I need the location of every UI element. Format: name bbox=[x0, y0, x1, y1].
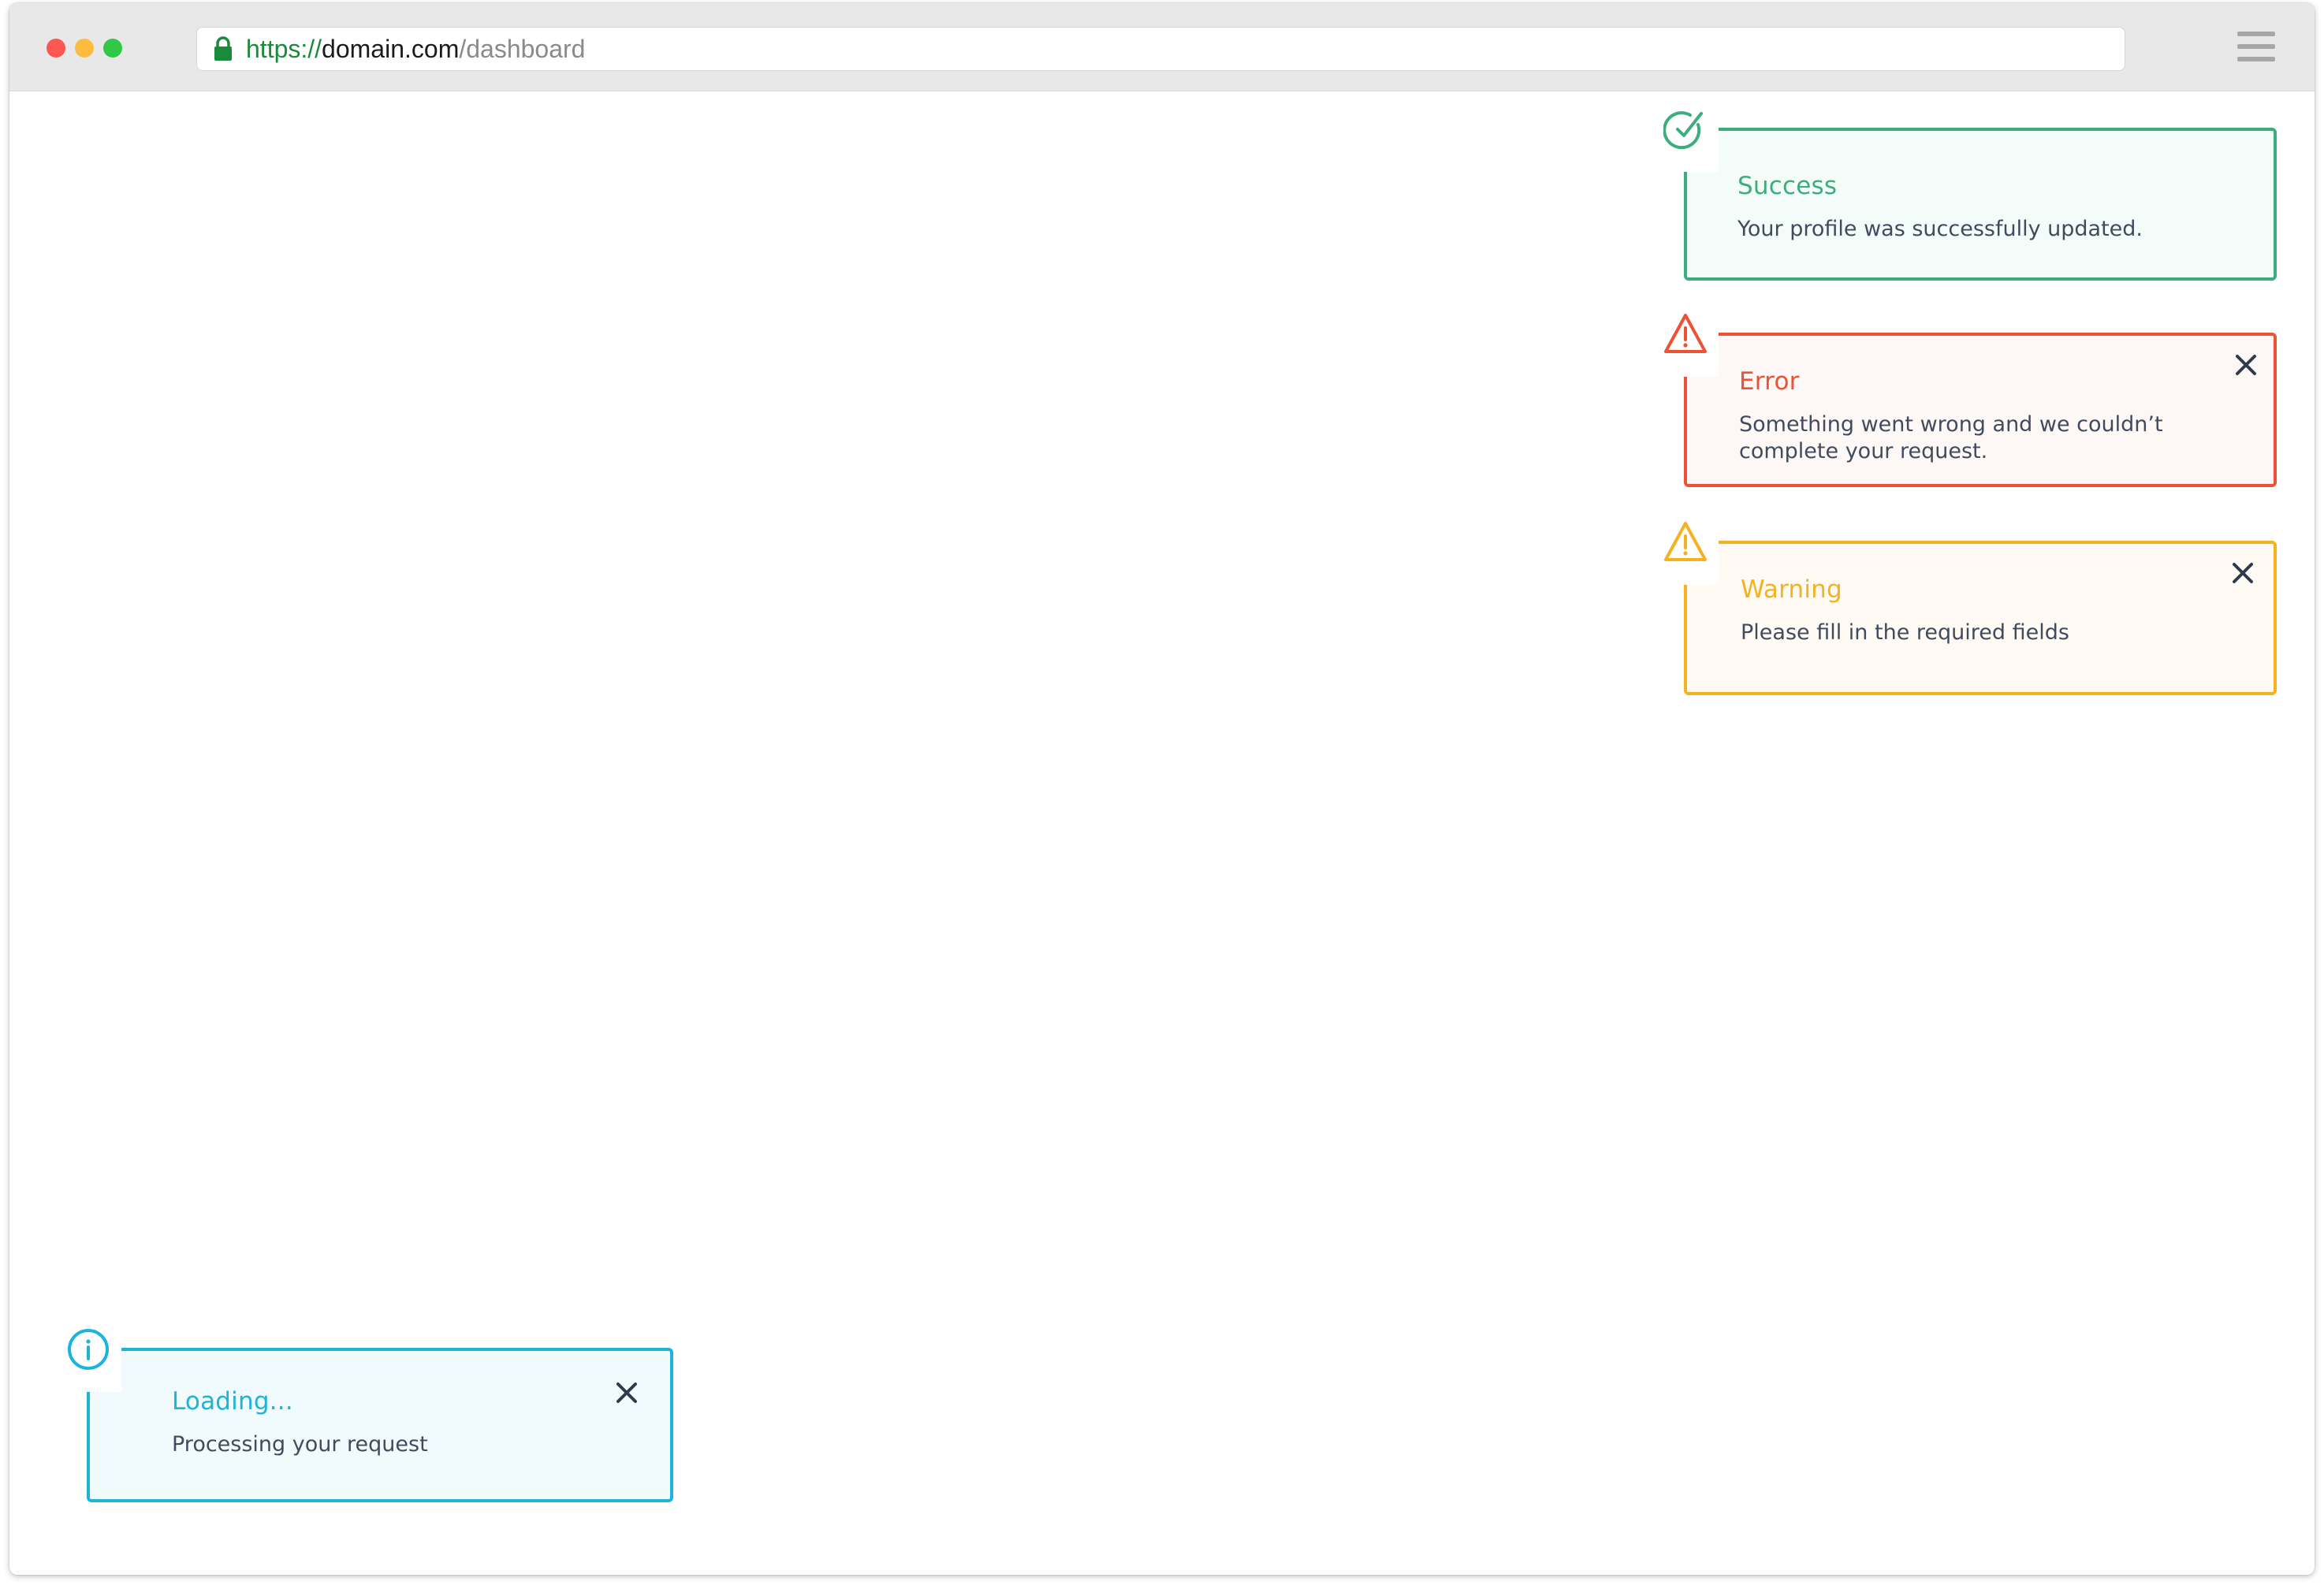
close-icon[interactable] bbox=[2229, 560, 2256, 586]
maximize-window-button[interactable] bbox=[103, 39, 122, 58]
address-bar[interactable]: https://domain.com/dashboard bbox=[196, 27, 2125, 71]
browser-window: https://domain.com/dashboard Success You… bbox=[9, 3, 2315, 1575]
warning-toast: Warning Please fill in the required fiel… bbox=[1664, 522, 2277, 695]
info-circle-icon bbox=[66, 1327, 110, 1371]
lock-icon bbox=[211, 35, 235, 62]
toast-title: Success bbox=[1737, 172, 1838, 200]
toast-message: Processing your request bbox=[172, 1432, 428, 1457]
close-icon[interactable] bbox=[2233, 352, 2259, 378]
toast-message: Something went wrong and we couldn’t com… bbox=[1739, 412, 2163, 463]
url-host: domain.com bbox=[322, 34, 460, 63]
close-window-button[interactable] bbox=[47, 39, 65, 58]
info-toast: Loading... Processing your request bbox=[68, 1329, 673, 1502]
toast-message: Your profile was successfully updated. bbox=[1737, 217, 2143, 241]
toast-title: Loading... bbox=[172, 1387, 293, 1416]
hamburger-menu-icon[interactable] bbox=[2237, 32, 2275, 66]
toast-title: Warning bbox=[1741, 575, 1842, 604]
toast-title: Error bbox=[1739, 367, 1800, 396]
close-icon[interactable] bbox=[613, 1379, 640, 1406]
url-path: /dashboard bbox=[459, 34, 586, 63]
minimize-window-button[interactable] bbox=[75, 39, 94, 58]
alert-triangle-icon bbox=[1663, 312, 1708, 356]
toast-message: Please fill in the required fields bbox=[1741, 620, 2069, 645]
browser-titlebar: https://domain.com/dashboard bbox=[9, 3, 2315, 91]
success-toast: Success Your profile was successfully up… bbox=[1663, 111, 2277, 281]
alert-triangle-icon bbox=[1663, 520, 1708, 564]
url-scheme: https:// bbox=[246, 34, 322, 63]
error-toast: Error Something went wrong and we couldn… bbox=[1664, 314, 2277, 487]
check-circle-icon bbox=[1663, 107, 1708, 151]
